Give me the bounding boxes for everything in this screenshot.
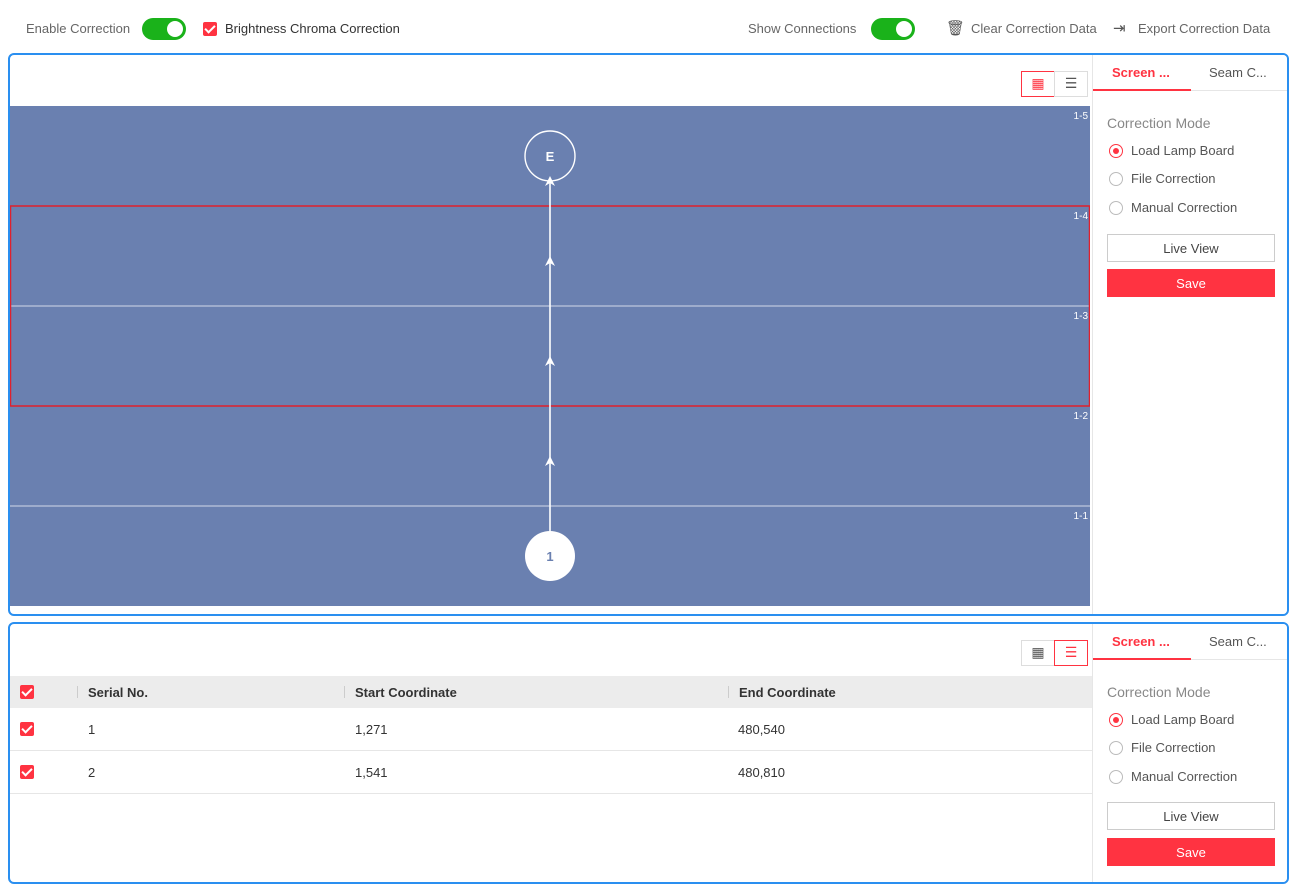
tab-screen[interactable]: Screen ... (1112, 65, 1170, 80)
save-button[interactable]: Save (1107, 269, 1275, 297)
option-load-lamp-board[interactable]: Load Lamp Board (1109, 143, 1234, 158)
radio-icon (1109, 769, 1123, 784)
live-view-button[interactable]: Live View (1107, 234, 1275, 262)
table-row[interactable]: 1 1,271 480,540 (10, 708, 1096, 751)
option-label: Manual Correction (1131, 200, 1238, 215)
clear-correction-button[interactable]: Clear Correction Data (971, 17, 1097, 39)
show-connections-toggle[interactable] (871, 18, 915, 40)
list-view-icon[interactable]: ☰ (1054, 71, 1088, 97)
header-serial-no: Serial No. (88, 684, 148, 700)
column-separator (77, 686, 78, 698)
grid-view-icon[interactable]: ▦ (1021, 640, 1055, 666)
cell-end-coordinate: 480,810 (738, 764, 785, 780)
radio-checked-icon (1109, 143, 1123, 158)
top-toolbar: Enable Correction Brightness Chroma Corr… (0, 0, 1293, 52)
connection-diagram: E 1 (10, 130, 1090, 581)
table-header: Serial No. Start Coordinate End Coordina… (10, 676, 1096, 708)
correction-page: Enable Correction Brightness Chroma Corr… (0, 0, 1293, 885)
table-row[interactable]: 2 1,541 480,810 (10, 751, 1096, 794)
active-tab-indicator (1093, 89, 1191, 91)
header-start-coordinate: Start Coordinate (355, 684, 457, 700)
option-label: File Correction (1131, 171, 1216, 186)
row-label-1-5: 1-5 (1073, 111, 1088, 122)
start-node-label: 1 (546, 549, 553, 564)
option-load-lamp-board[interactable]: Load Lamp Board (1109, 712, 1234, 727)
cell-start-coordinate: 1,271 (355, 721, 388, 737)
row-checkbox[interactable] (20, 765, 34, 779)
screen-canvas[interactable]: E 1 1-5 1-4 1-3 1-2 1-1 (10, 106, 1090, 606)
enable-correction-label: Enable Correction (26, 20, 131, 36)
option-label: Manual Correction (1131, 769, 1238, 784)
enable-correction-toggle[interactable] (142, 18, 186, 40)
cell-serial: 1 (88, 721, 96, 737)
header-end-coordinate: End Coordinate (739, 684, 836, 700)
side-tabs: Screen ... Seam C... (1093, 55, 1287, 91)
brightness-chroma-label: Brightness Chroma Correction (225, 20, 400, 36)
trash-icon[interactable]: 🗑 (946, 19, 965, 37)
row-label-1-4: 1-4 (1073, 211, 1088, 222)
show-connections-label: Show Connections (748, 20, 857, 36)
option-file-correction[interactable]: File Correction (1109, 171, 1216, 186)
row-label-1-3: 1-3 (1073, 311, 1088, 322)
live-view-button[interactable]: Live View (1107, 802, 1275, 830)
radio-checked-icon (1109, 712, 1123, 727)
radio-icon (1109, 200, 1123, 215)
grid-view-icon[interactable]: ▦ (1021, 71, 1055, 97)
row-label-1-1: 1-1 (1073, 511, 1088, 522)
toggle-knob (896, 21, 912, 37)
correction-side-panel: Screen ... Seam C... Correction Mode Loa… (1092, 55, 1287, 614)
end-node-label: E (546, 149, 555, 164)
cell-end-coordinate: 480,540 (738, 721, 785, 737)
select-all-checkbox[interactable] (20, 685, 34, 699)
active-tab-indicator (1093, 658, 1191, 660)
brightness-chroma-checkbox[interactable] (203, 22, 217, 36)
cell-start-coordinate: 1,541 (355, 764, 388, 780)
connection-list-panel: ▦ ☰ Serial No. Start Coordinate End Coor… (8, 622, 1289, 884)
option-label: Load Lamp Board (1131, 712, 1235, 727)
option-label: File Correction (1131, 740, 1216, 755)
side-tabs: Screen ... Seam C... (1093, 624, 1287, 660)
option-manual-correction[interactable]: Manual Correction (1109, 769, 1237, 784)
row-label-1-2: 1-2 (1073, 411, 1088, 422)
row-checkbox[interactable] (20, 722, 34, 736)
toggle-knob (167, 21, 183, 37)
list-view-icon[interactable]: ☰ (1054, 640, 1088, 666)
correction-mode-title: Correction Mode (1107, 684, 1211, 700)
radio-icon (1109, 171, 1123, 186)
option-label: Load Lamp Board (1131, 143, 1235, 158)
cell-serial: 2 (88, 764, 96, 780)
column-separator (344, 686, 345, 698)
save-button[interactable]: Save (1107, 838, 1275, 866)
column-separator (728, 686, 729, 698)
export-icon[interactable]: ⇥ (1113, 19, 1126, 37)
export-correction-button[interactable]: Export Correction Data (1138, 17, 1270, 39)
screen-layout-panel: ▦ ☰ E 1 1-5 1-4 1-3 1-2 1-1 Screen ... S… (8, 53, 1289, 616)
tab-seam[interactable]: Seam C... (1209, 65, 1267, 80)
correction-mode-title: Correction Mode (1107, 115, 1211, 131)
tab-seam[interactable]: Seam C... (1209, 634, 1267, 649)
view-switch: ▦ ☰ (1021, 71, 1088, 97)
radio-icon (1109, 740, 1123, 755)
option-file-correction[interactable]: File Correction (1109, 740, 1216, 755)
tab-screen[interactable]: Screen ... (1112, 634, 1170, 649)
connection-table: Serial No. Start Coordinate End Coordina… (10, 676, 1096, 794)
option-manual-correction[interactable]: Manual Correction (1109, 200, 1237, 215)
view-switch: ▦ ☰ (1021, 640, 1088, 666)
correction-side-panel: Screen ... Seam C... Correction Mode Loa… (1092, 624, 1287, 882)
